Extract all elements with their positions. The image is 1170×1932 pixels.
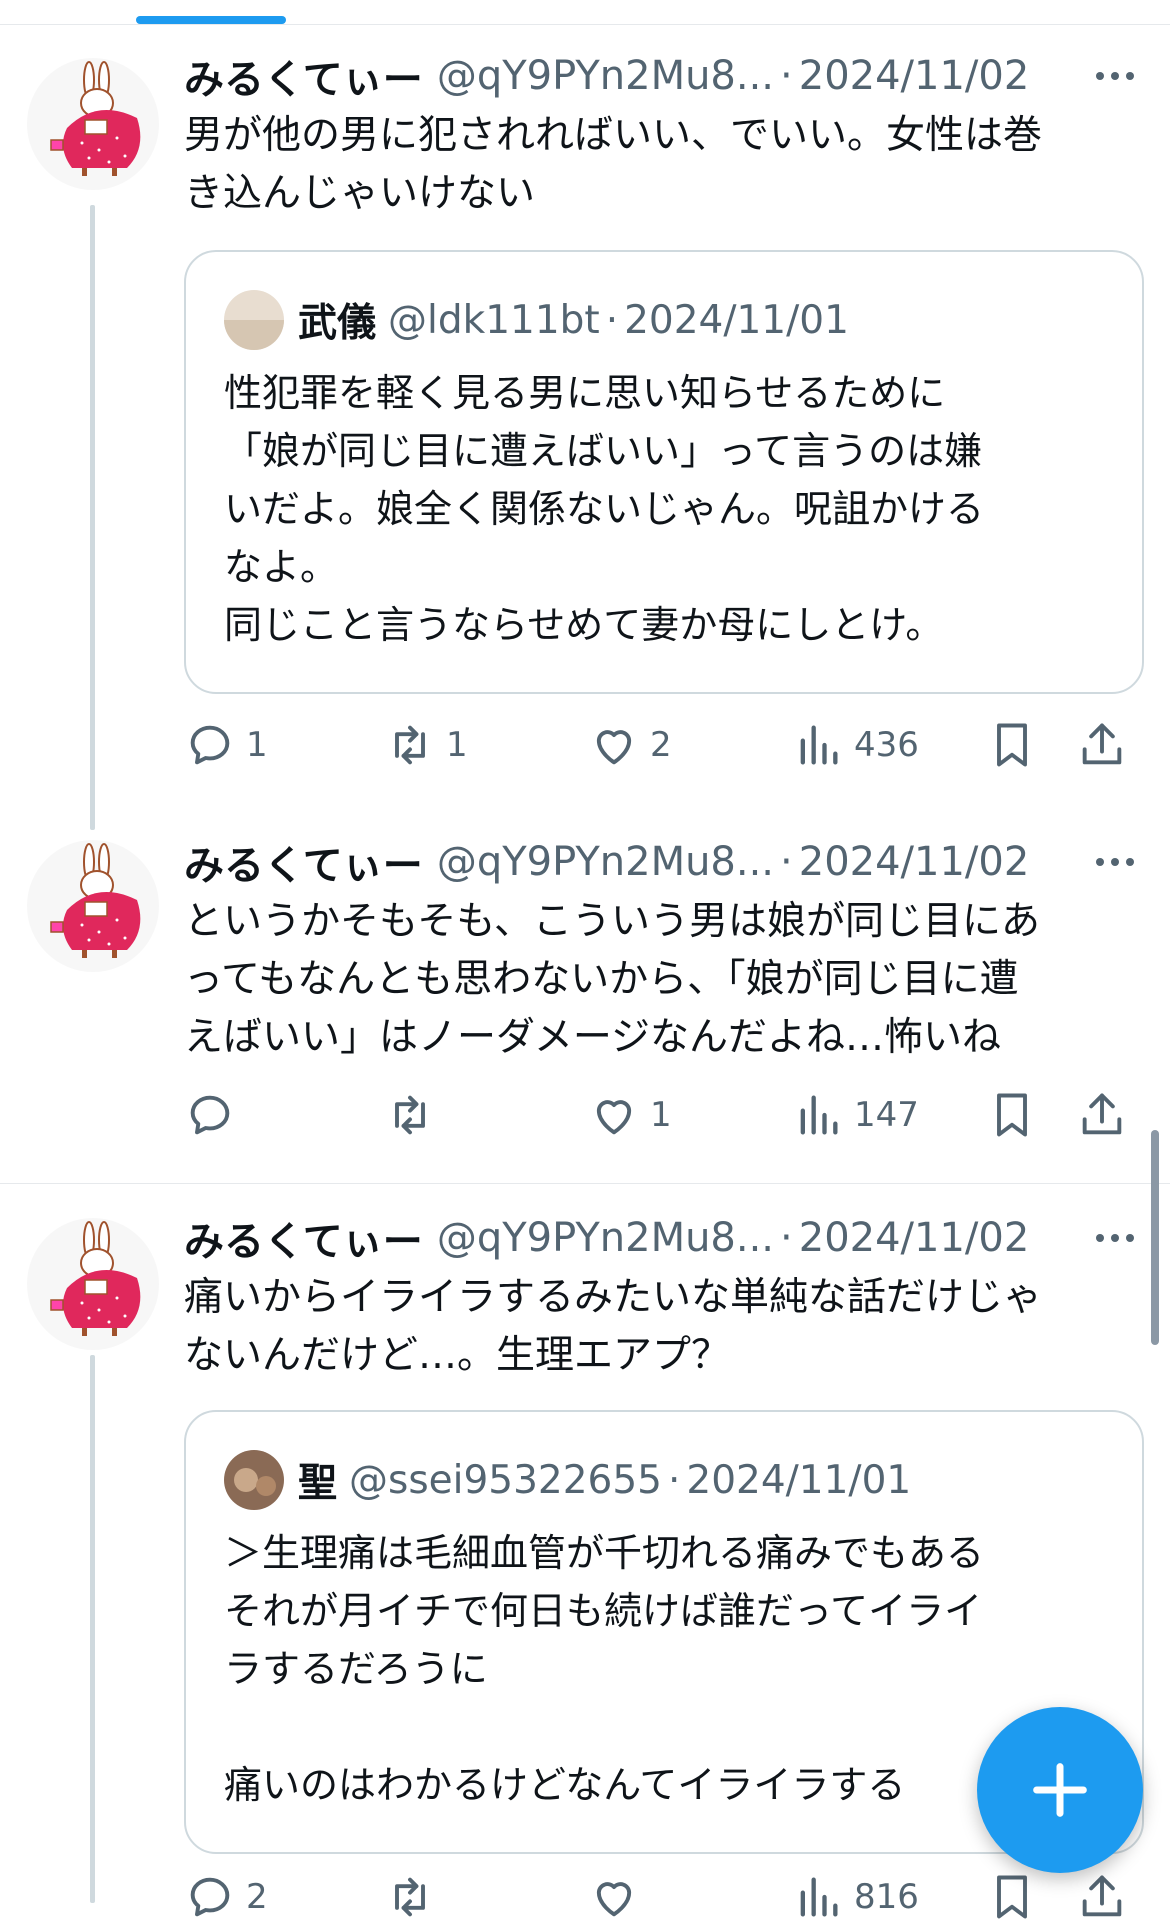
share-button[interactable]	[1076, 1080, 1128, 1150]
views-button[interactable]: 147	[792, 1080, 919, 1150]
compose-button[interactable]	[977, 1707, 1143, 1873]
like-count: 2	[650, 725, 672, 765]
tweet-text: 男が他の男に犯されればいい、でいい。女性は巻 き込んじゃいけない	[184, 113, 1043, 216]
tweet-divider	[0, 1183, 1170, 1184]
quoted-timestamp: 2024/11/01	[686, 1457, 912, 1503]
retweet-icon	[395, 725, 425, 765]
timestamp[interactable]: 2024/11/02	[799, 839, 1030, 885]
reply-icon	[190, 725, 230, 765]
reply-button[interactable]: 2	[184, 1862, 268, 1932]
share-icon	[1082, 1093, 1122, 1135]
share-button[interactable]	[1076, 1862, 1128, 1932]
scrollbar[interactable]	[1151, 1130, 1159, 1345]
more-icon[interactable]	[1090, 1208, 1140, 1268]
tweet-header: みるくてぃー @qY9PYn2Mu8... · 2024/11/02	[184, 46, 1029, 106]
thread-connector	[90, 205, 95, 830]
quoted-tweet-text: ＞生理痛は毛細血管が千切れる痛みでもある それが月イチで何日も続けば誰だってイラ…	[224, 1531, 985, 1807]
avatar[interactable]	[27, 840, 159, 972]
bookmark-button[interactable]	[986, 1862, 1038, 1932]
retweet-button[interactable]	[384, 1862, 446, 1932]
retweet-icon	[395, 1095, 425, 1135]
quoted-avatar	[224, 1450, 284, 1510]
separator-dot: ·	[780, 1215, 793, 1261]
separator-dot: ·	[668, 1457, 681, 1503]
retweet-button[interactable]	[384, 1080, 446, 1150]
timestamp[interactable]: 2024/11/02	[799, 1215, 1030, 1261]
share-icon	[1082, 723, 1122, 765]
view-count: 436	[854, 725, 919, 765]
username[interactable]: @qY9PYn2Mu8...	[437, 839, 774, 885]
tweet-actions: 1 147	[184, 1080, 1140, 1150]
display-name[interactable]: みるくてぃー	[184, 47, 423, 105]
bookmark-button[interactable]	[986, 710, 1038, 780]
quoted-display-name: 武儀	[298, 301, 377, 346]
like-icon	[596, 730, 632, 765]
username[interactable]: @qY9PYn2Mu8...	[437, 53, 774, 99]
quoted-tweet-text: 性犯罪を軽く見る男に思い知らせるために 「娘が同じ目に遭えばいい」って言うのは嫌…	[224, 371, 985, 647]
tweet-header: みるくてぃー @qY9PYn2Mu8... · 2024/11/02	[184, 832, 1029, 892]
like-icon	[596, 1100, 632, 1135]
reply-count: 1	[246, 725, 268, 765]
quoted-username: @ldk111bt	[388, 297, 600, 343]
views-icon	[800, 1095, 838, 1135]
tweet-header: みるくてぃー @qY9PYn2Mu8... · 2024/11/02	[184, 1208, 1029, 1268]
bookmark-button[interactable]	[986, 1080, 1038, 1150]
tweet-text: 痛いからイライラするみたいな単純な話だけじゃ ないんだけど…。生理エアプ？	[184, 1275, 1043, 1378]
views-icon	[800, 725, 838, 765]
views-icon	[800, 1877, 838, 1917]
rabbit-avatar-icon	[50, 61, 141, 176]
like-button[interactable]: 1	[588, 1080, 672, 1150]
bookmark-icon	[997, 1875, 1027, 1919]
reply-count: 2	[246, 1877, 268, 1917]
like-count: 1	[650, 1095, 672, 1135]
separator-dot: ·	[605, 297, 619, 343]
username[interactable]: @qY9PYn2Mu8...	[437, 1215, 774, 1261]
quoted-tweet-header: 聖 @ssei95322655 · 2024/11/01	[224, 1448, 911, 1512]
avatar[interactable]	[27, 1218, 159, 1350]
views-button[interactable]: 436	[792, 710, 919, 780]
reply-icon	[190, 1095, 230, 1135]
more-icon[interactable]	[1090, 46, 1140, 106]
quoted-display-name: 聖	[298, 1461, 338, 1506]
quoted-username: @ssei95322655	[349, 1457, 662, 1503]
views-button[interactable]: 816	[792, 1862, 919, 1932]
tweet-text: というかそもそも、こういう男は娘が同じ目にあ ってもなんとも思わないから、「娘が…	[184, 899, 1041, 1060]
reply-button[interactable]: 1	[184, 710, 268, 780]
view-count: 147	[854, 1095, 919, 1135]
quoted-avatar	[224, 290, 284, 350]
top-divider	[0, 24, 1170, 25]
separator-dot: ·	[780, 839, 793, 885]
separator-dot: ·	[780, 53, 793, 99]
retweet-button[interactable]: 1	[384, 710, 468, 780]
timestamp[interactable]: 2024/11/02	[799, 53, 1030, 99]
display-name[interactable]: みるくてぃー	[184, 833, 423, 891]
quoted-tweet-header: 武儀 @ldk111bt · 2024/11/01	[224, 288, 849, 352]
like-button[interactable]	[588, 1862, 650, 1932]
quoted-timestamp: 2024/11/01	[624, 297, 849, 343]
reply-button[interactable]	[184, 1080, 246, 1150]
avatar[interactable]	[27, 58, 159, 190]
tweet-actions: 2 816	[184, 1862, 1140, 1932]
retweet-icon	[395, 1877, 425, 1917]
more-icon[interactable]	[1090, 832, 1140, 892]
view-count: 816	[854, 1877, 919, 1917]
share-button[interactable]	[1076, 710, 1128, 780]
quoted-tweet[interactable]: 武儀 @ldk111bt · 2024/11/01 性犯罪を軽く見る男に思い知ら…	[184, 250, 1144, 694]
bookmark-icon	[997, 723, 1027, 767]
compose-plus-icon	[1033, 1763, 1087, 1817]
retweet-count: 1	[446, 725, 468, 765]
rabbit-avatar-icon	[50, 843, 141, 958]
thread-connector	[90, 1355, 95, 1903]
rabbit-avatar-icon	[50, 1221, 141, 1336]
tweet-actions: 1 1 2 436	[184, 710, 1140, 780]
reply-icon	[190, 1877, 230, 1917]
display-name[interactable]: みるくてぃー	[184, 1209, 423, 1267]
like-button[interactable]: 2	[588, 710, 672, 780]
like-icon	[596, 1882, 632, 1917]
active-tab-indicator	[136, 16, 286, 24]
bookmark-icon	[997, 1093, 1027, 1137]
share-icon	[1082, 1875, 1122, 1917]
